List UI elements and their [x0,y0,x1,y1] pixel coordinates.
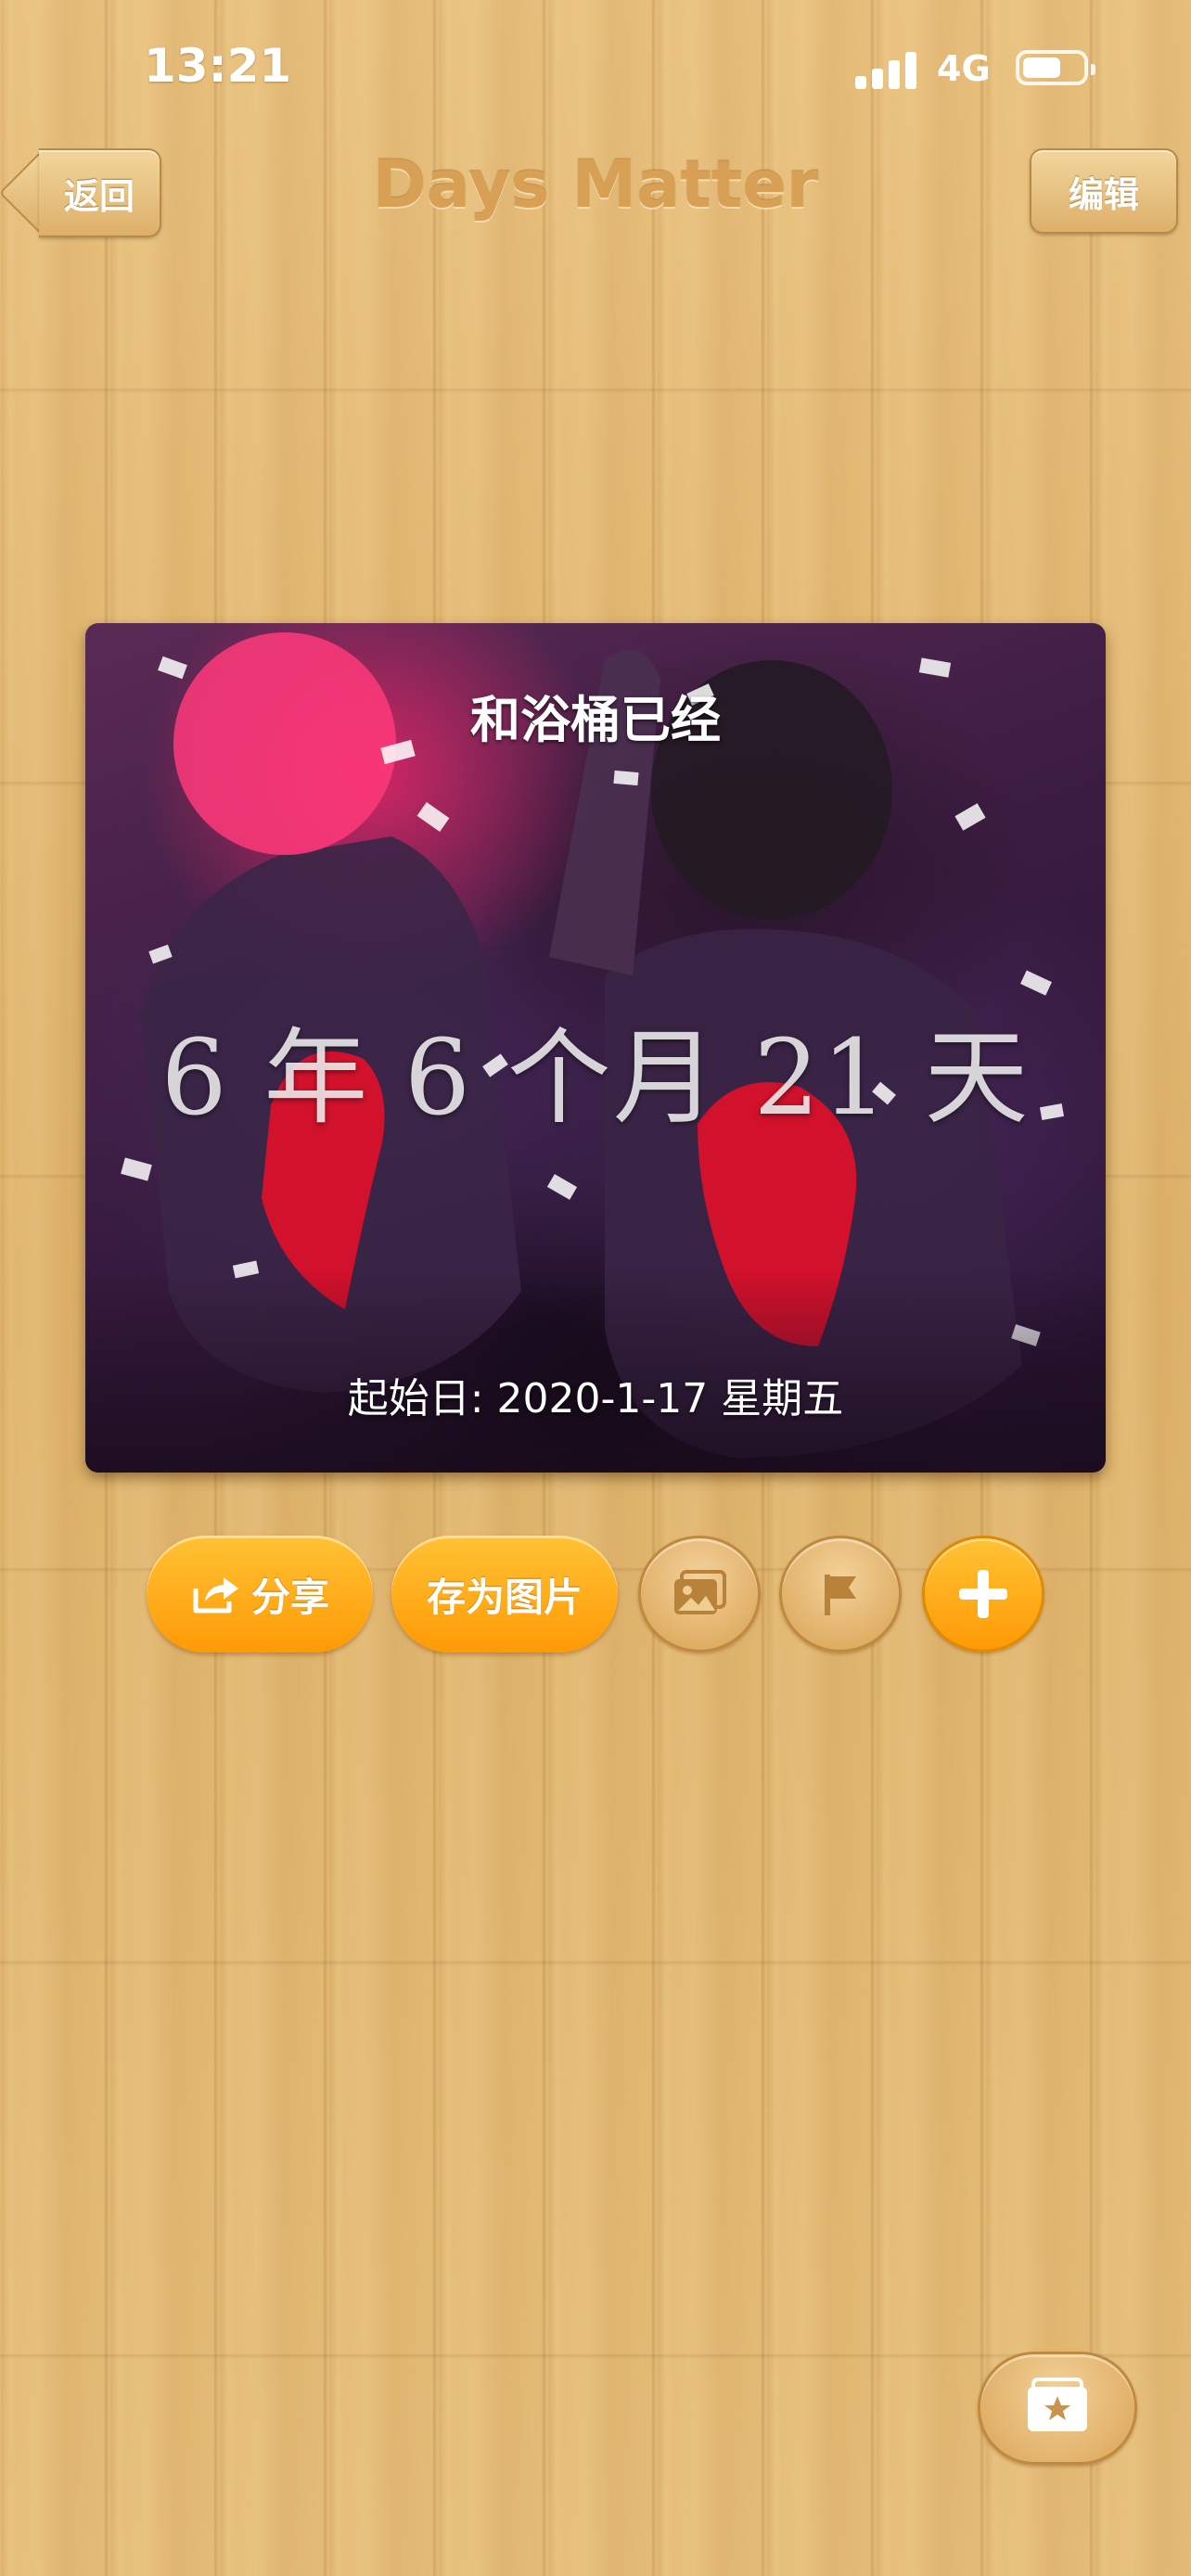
start-date: 起始日: 2020-1-17 星期五 [347,1375,844,1422]
event-title: 和浴桶已经 [470,691,721,749]
flag-icon [825,1575,856,1615]
status-time: 13:21 [144,39,292,93]
edit-button-label: 编辑 [1068,173,1139,215]
network-label: 4G [937,48,991,89]
add-event-button[interactable] [922,1536,1044,1652]
photo-background-button[interactable] [638,1536,761,1652]
share-icon [193,1577,238,1613]
card-gallery-button[interactable] [978,2352,1137,2465]
flag-button[interactable] [779,1536,902,1652]
save-image-button-label: 存为图片 [426,1574,583,1620]
signal-icon [855,48,920,89]
share-button[interactable]: 分享 [147,1536,373,1652]
save-image-button[interactable]: 存为图片 [391,1536,618,1652]
edit-button[interactable]: 编辑 [1030,148,1178,234]
photo-icon [674,1570,726,1614]
share-button-label: 分享 [250,1574,329,1620]
plus-icon [959,1570,1007,1618]
elapsed-duration: 6 年 6 个月 21 天 [160,1018,1031,1139]
battery-icon [1016,50,1095,85]
page-title: Days Matter [372,147,819,223]
star-card-stack-icon [1028,2378,1087,2431]
status-bar: 13:21 4G [0,0,1191,139]
event-card: 和浴桶已经 6 年 6 个月 21 天 起始日: 2020-1-17 星期五 [85,623,1106,1473]
